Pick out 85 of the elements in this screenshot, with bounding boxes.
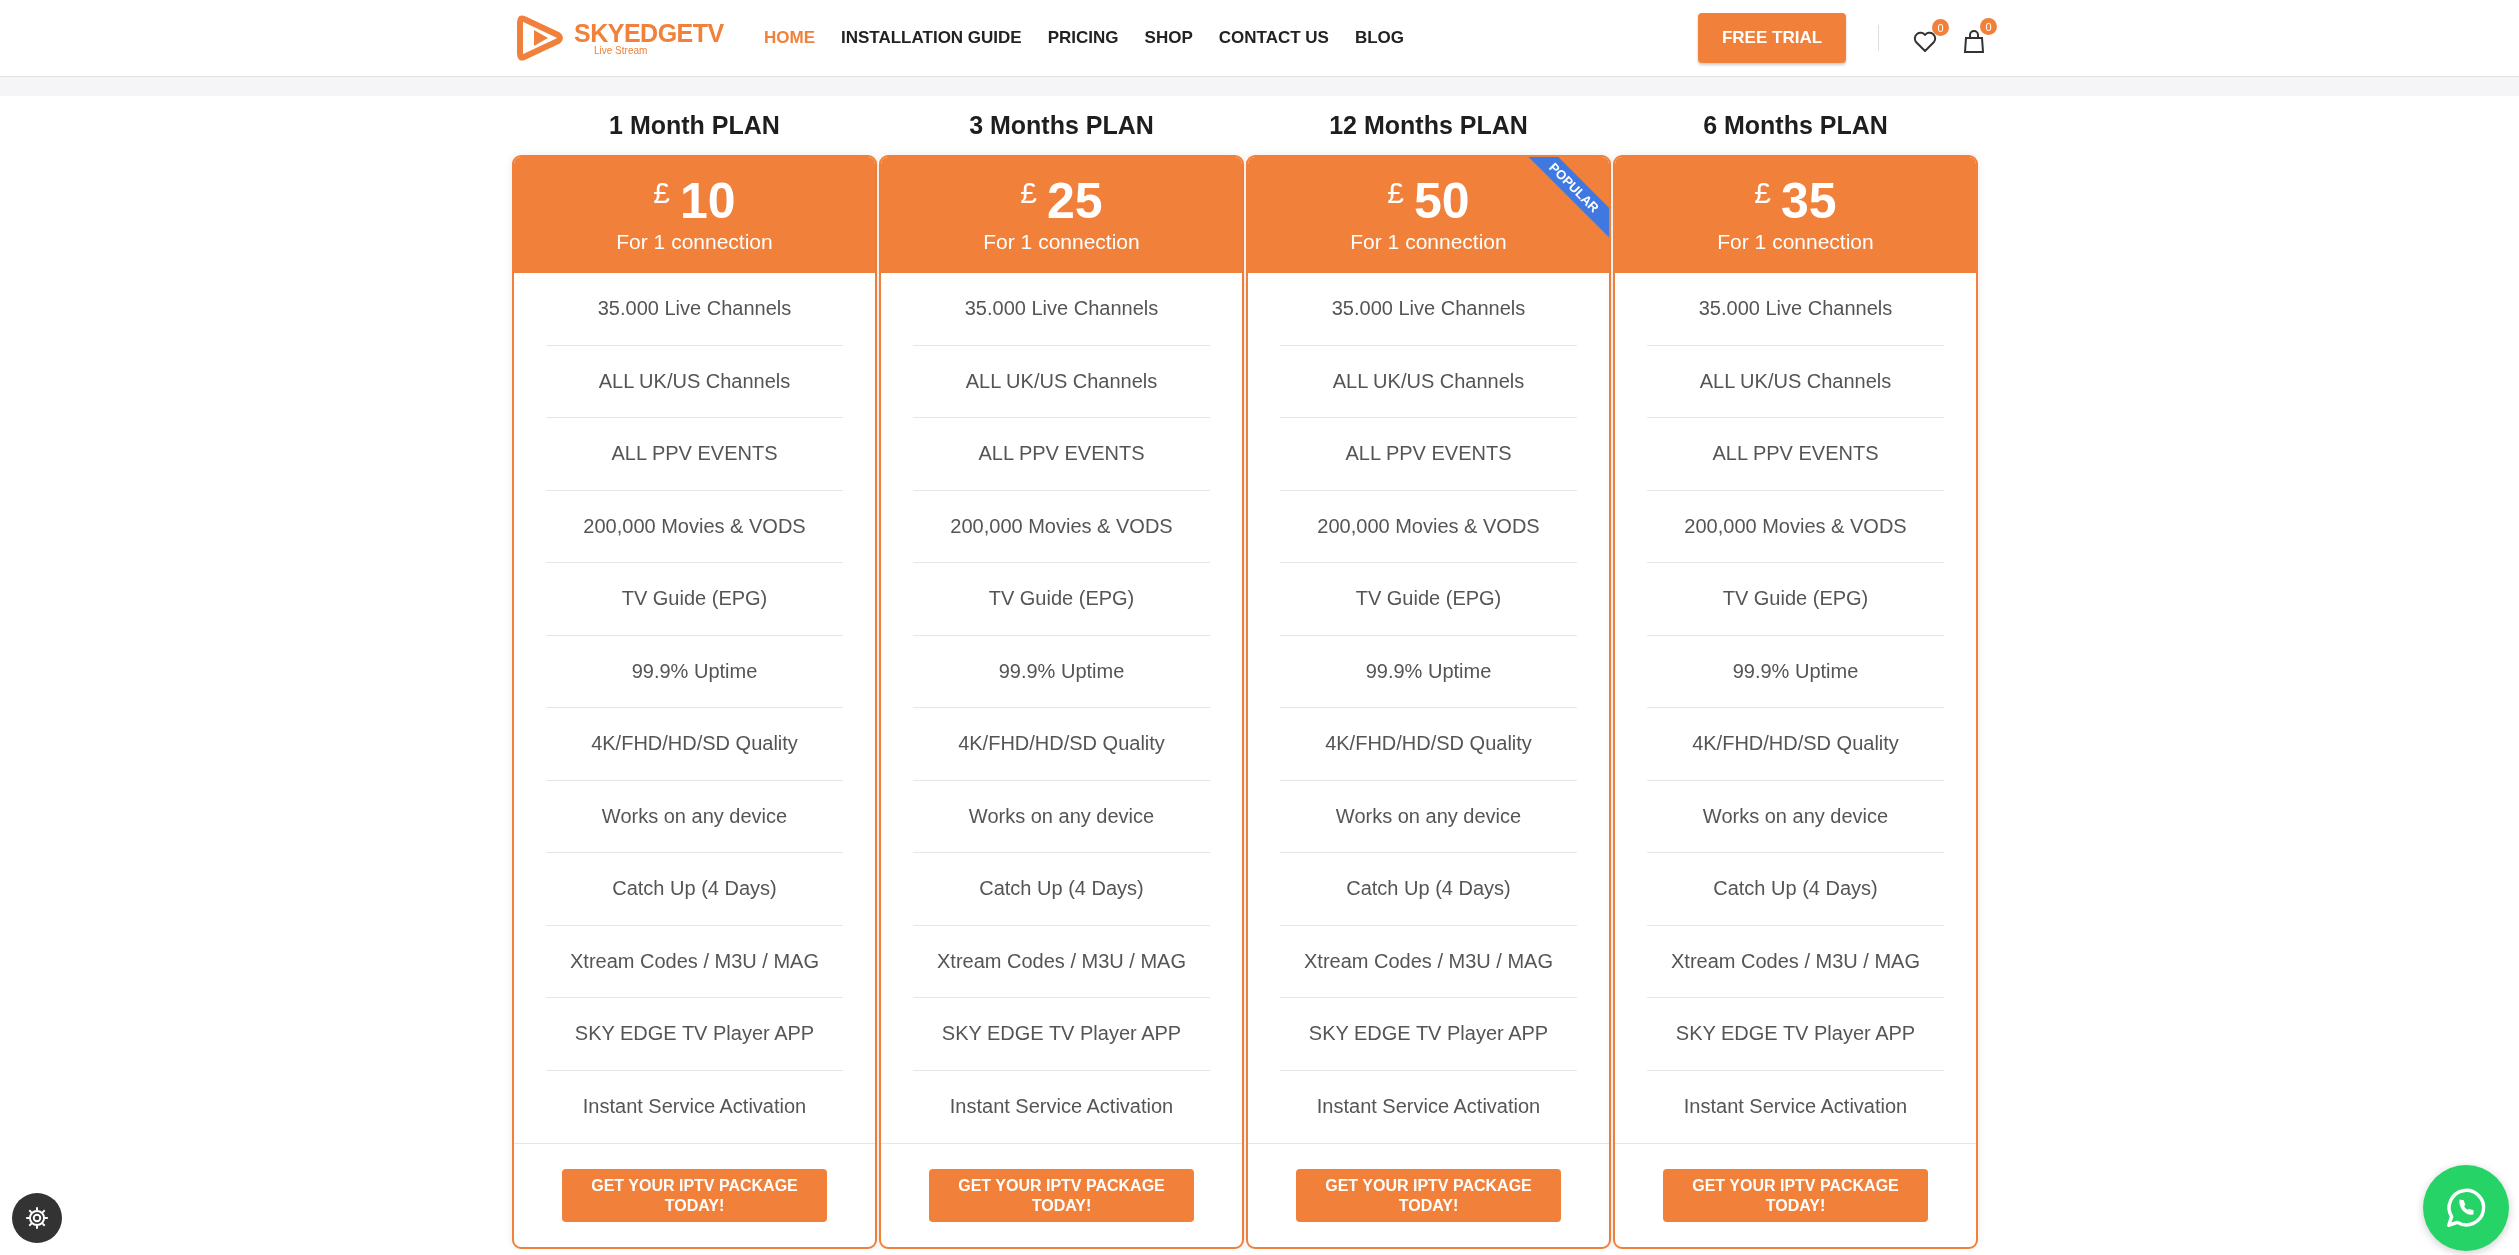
plan-feature: Works on any device	[1647, 780, 1944, 853]
plan-price: 10	[680, 176, 736, 226]
get-package-button[interactable]: GET YOUR IPTV PACKAGE TODAY!	[562, 1169, 827, 1222]
get-package-button[interactable]: GET YOUR IPTV PACKAGE TODAY!	[929, 1169, 1194, 1222]
nav-link[interactable]: INSTALLATION GUIDE	[841, 28, 1022, 48]
plan-subtitle: For 1 connection	[1717, 230, 1874, 254]
plan-feature: Xtream Codes / M3U / MAG	[913, 925, 1210, 998]
currency-symbol: £	[1387, 176, 1405, 210]
cart-button[interactable]: 0	[1959, 18, 1997, 58]
plan-feature: TV Guide (EPG)	[546, 563, 843, 636]
plan-feature: 4K/FHD/HD/SD Quality	[1647, 708, 1944, 781]
plan-feature: TV Guide (EPG)	[913, 563, 1210, 636]
nav-link[interactable]: SHOP	[1144, 28, 1193, 48]
plan-title: 12 Months PLAN	[1328, 110, 1529, 141]
plan-feature: 99.9% Uptime	[1280, 635, 1577, 708]
plan-feature: Instant Service Activation	[1682, 1094, 1909, 1120]
nav-link[interactable]: BLOG	[1354, 28, 1405, 48]
plan-feature: 4K/FHD/HD/SD Quality	[913, 708, 1210, 781]
plan-feature: Instant Service Activation	[1315, 1094, 1542, 1120]
plan-subtitle: For 1 connection	[616, 230, 773, 254]
plan-subtitle: For 1 connection	[983, 230, 1140, 254]
wishlist-button[interactable]: 0	[1909, 19, 1949, 57]
plan-feature: 4K/FHD/HD/SD Quality	[1280, 708, 1577, 781]
plan-feature: 200,000 Movies & VODS	[913, 490, 1210, 563]
plan-title: 3 Months PLAN	[968, 110, 1155, 141]
get-package-button[interactable]: GET YOUR IPTV PACKAGE TODAY!	[1663, 1169, 1928, 1222]
currency-symbol: £	[1754, 176, 1772, 210]
logo-wordmark[interactable]: SKYEDGETV	[574, 20, 724, 46]
heart-icon	[1913, 31, 1937, 53]
plan-feature: 200,000 Movies & VODS	[1280, 490, 1577, 563]
plan-feature: ALL PPV EVENTS	[1280, 418, 1577, 491]
plan-feature: ALL UK/US Channels	[913, 345, 1210, 418]
plan-feature: Xtream Codes / M3U / MAG	[546, 925, 843, 998]
plan-feature: Catch Up (4 Days)	[1647, 853, 1944, 926]
plan-feature: SKY EDGE TV Player APP	[546, 998, 843, 1071]
plan-title: 1 Month PLAN	[608, 110, 781, 141]
plan-feature: Catch Up (4 Days)	[1280, 853, 1577, 926]
plan-feature: Xtream Codes / M3U / MAG	[1280, 925, 1577, 998]
plan-feature: 200,000 Movies & VODS	[1647, 490, 1944, 563]
settings-button[interactable]	[12, 1193, 62, 1243]
currency-symbol: £	[1020, 176, 1038, 210]
plan-feature: 200,000 Movies & VODS	[546, 490, 843, 563]
nav-link[interactable]: CONTACT US	[1218, 28, 1329, 48]
plan-feature: 99.9% Uptime	[1647, 635, 1944, 708]
plan-feature: Catch Up (4 Days)	[913, 853, 1210, 926]
nav-link[interactable]: HOME	[764, 28, 815, 48]
get-package-button[interactable]: GET YOUR IPTV PACKAGE TODAY!	[1296, 1169, 1561, 1222]
plan-feature: ALL UK/US Channels	[546, 345, 843, 418]
plan-feature: 99.9% Uptime	[546, 635, 843, 708]
plan-feature: ALL UK/US Channels	[1280, 345, 1577, 418]
plan-feature: 35.000 Live Channels	[1647, 273, 1944, 346]
wishlist-count: 0	[1932, 19, 1949, 36]
plan-price: 50	[1414, 176, 1470, 226]
logo-tagline: Live Stream	[594, 45, 649, 56]
plan-feature: ALL UK/US Channels	[1647, 345, 1944, 418]
plan-feature: 35.000 Live Channels	[546, 273, 843, 346]
plan-feature: ALL PPV EVENTS	[913, 418, 1210, 491]
plan-feature: SKY EDGE TV Player APP	[1280, 998, 1577, 1071]
plan-feature: TV Guide (EPG)	[1280, 563, 1577, 636]
plan-feature: SKY EDGE TV Player APP	[913, 998, 1210, 1071]
plan-feature: SKY EDGE TV Player APP	[1647, 998, 1944, 1071]
plan-price: 35	[1781, 176, 1837, 226]
cart-count: 0	[1980, 18, 1997, 35]
plan-feature: 35.000 Live Channels	[1280, 273, 1577, 346]
plan-feature: ALL PPV EVENTS	[1647, 418, 1944, 491]
settings-icon	[24, 1205, 50, 1231]
plan-feature: 4K/FHD/HD/SD Quality	[546, 708, 843, 781]
plan-subtitle: For 1 connection	[1350, 230, 1507, 254]
free-trial-button[interactable]: FREE TRIAL	[1698, 13, 1846, 63]
plan-feature: Works on any device	[913, 780, 1210, 853]
shopping-bag-icon	[1963, 30, 1985, 54]
plan-feature: 99.9% Uptime	[913, 635, 1210, 708]
nav-link[interactable]: PRICING	[1047, 28, 1119, 48]
plan-feature: Xtream Codes / M3U / MAG	[1647, 925, 1944, 998]
plan-price: 25	[1047, 176, 1103, 226]
plan-feature: Instant Service Activation	[581, 1094, 808, 1120]
currency-symbol: £	[653, 176, 671, 210]
plan-feature: Works on any device	[546, 780, 843, 853]
plan-feature: ALL PPV EVENTS	[546, 418, 843, 491]
plan-feature: Catch Up (4 Days)	[546, 853, 843, 926]
plan-feature: Works on any device	[1280, 780, 1577, 853]
plan-feature: 35.000 Live Channels	[913, 273, 1210, 346]
plan-feature: Instant Service Activation	[948, 1094, 1175, 1120]
plan-title: 6 Months PLAN	[1702, 110, 1889, 141]
plan-feature: TV Guide (EPG)	[1647, 563, 1944, 636]
